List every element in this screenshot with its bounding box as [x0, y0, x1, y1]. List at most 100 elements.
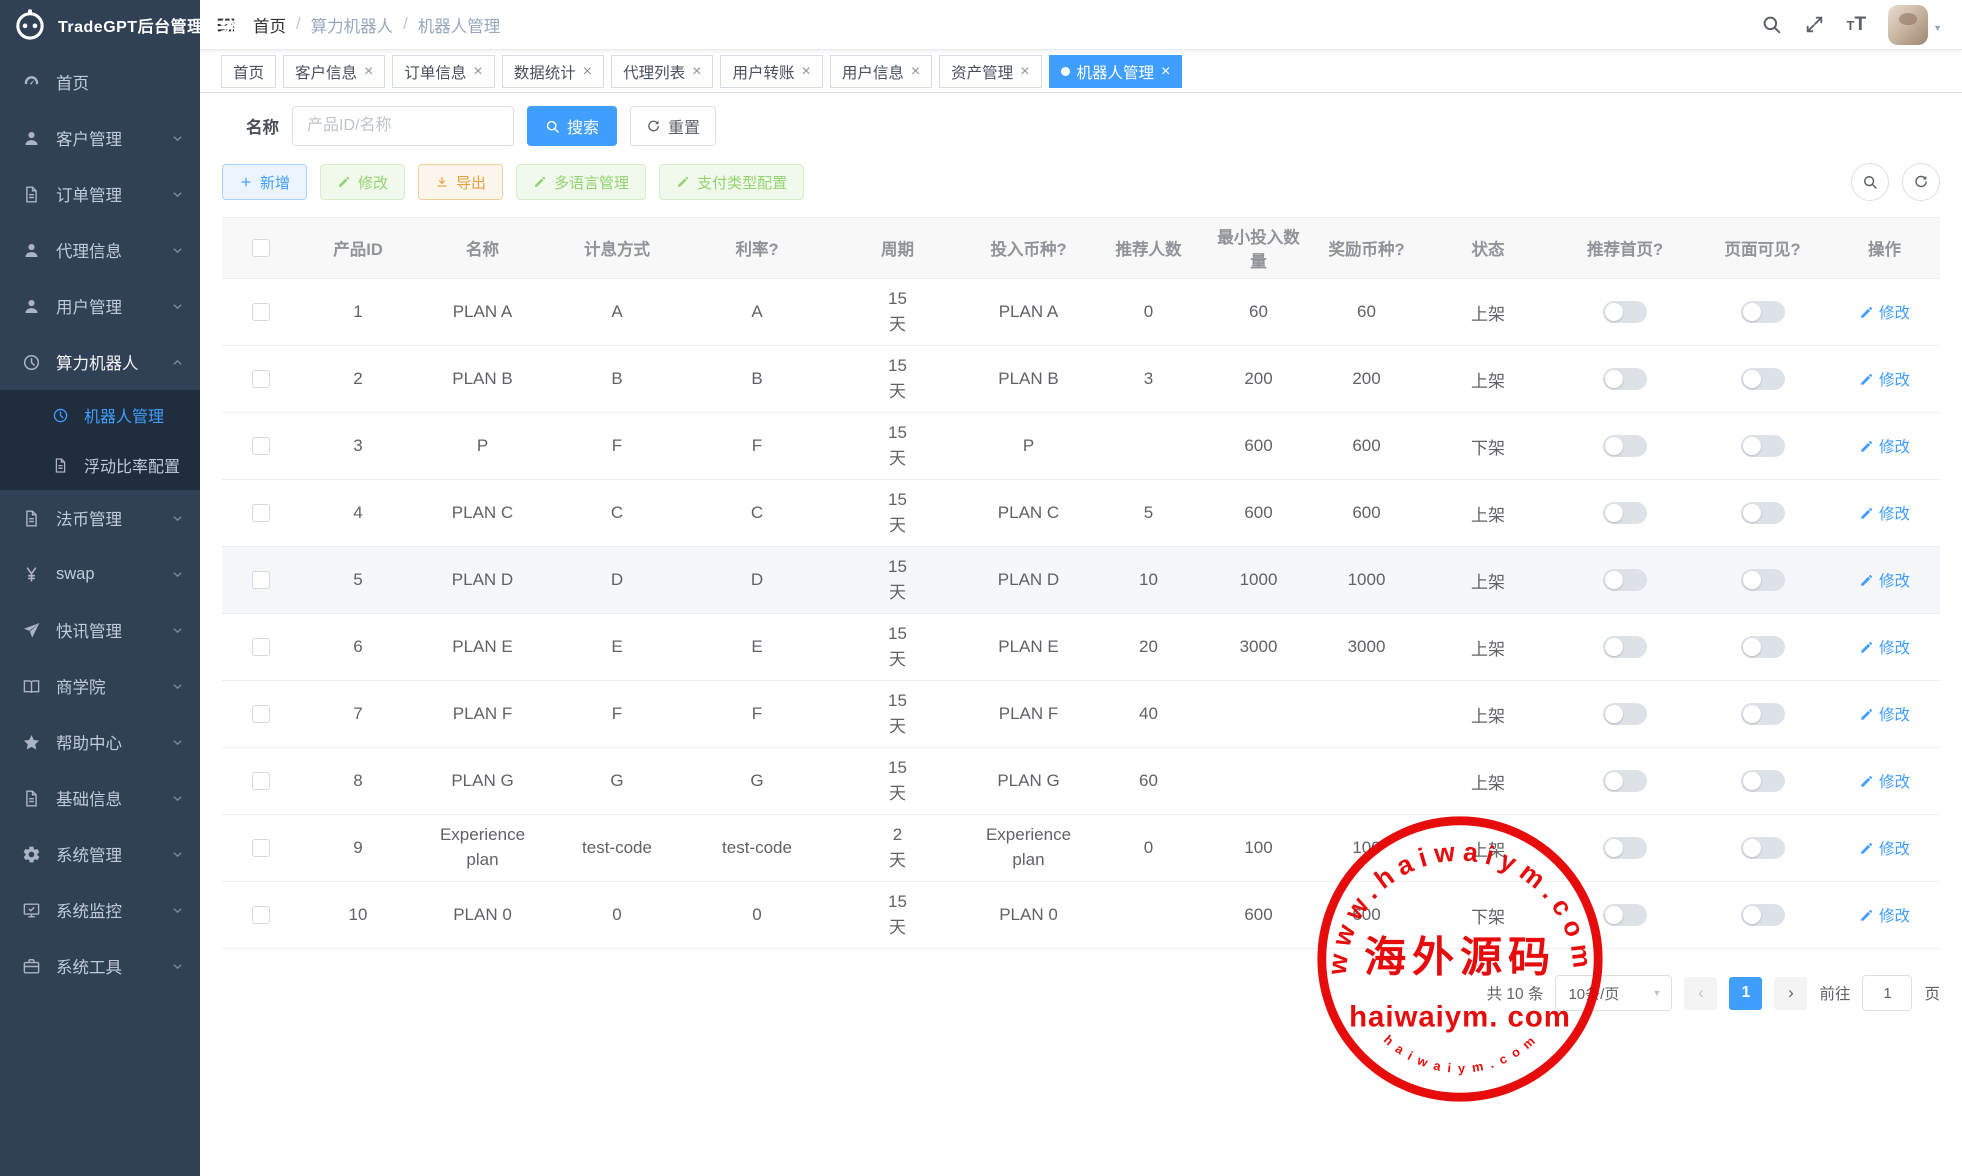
page-visible-toggle[interactable] — [1741, 368, 1785, 390]
sidebar-item-system-monitor[interactable]: 系统监控 — [0, 882, 200, 938]
edit-row-button[interactable]: 修改 — [1859, 904, 1910, 926]
tab-user-info[interactable]: 用户信息 × — [830, 55, 932, 88]
edit-row-button[interactable]: 修改 — [1859, 703, 1910, 725]
tab-close-icon[interactable]: × — [692, 64, 701, 80]
home-recommend-toggle[interactable] — [1603, 636, 1647, 658]
home-recommend-toggle[interactable] — [1603, 703, 1647, 725]
tab-close-icon[interactable]: × — [583, 64, 592, 80]
sidebar-item-news-mgmt[interactable]: 快讯管理 — [0, 602, 200, 658]
next-page-button[interactable]: › — [1774, 977, 1807, 1010]
page-visible-toggle[interactable] — [1741, 435, 1785, 457]
sidebar-item-computing-robot[interactable]: 算力机器人 — [0, 334, 200, 390]
cell-rate: D — [685, 564, 829, 596]
home-recommend-toggle[interactable] — [1603, 569, 1647, 591]
sidebar-item-float-ratio-config[interactable]: 浮动比率配置 — [0, 440, 200, 490]
table-refresh-button[interactable] — [1902, 163, 1940, 201]
tab-order-info[interactable]: 订单信息 × — [392, 55, 494, 88]
sidebar-item-system-tools[interactable]: 系统工具 — [0, 938, 200, 994]
sidebar-item-basic-info[interactable]: 基础信息 — [0, 770, 200, 826]
row-checkbox[interactable] — [252, 705, 270, 723]
home-recommend-toggle[interactable] — [1603, 435, 1647, 457]
user-menu[interactable]: ▼ — [1888, 5, 1942, 45]
tab-close-icon[interactable]: × — [473, 64, 482, 80]
row-checkbox[interactable] — [252, 906, 270, 924]
fullscreen-icon[interactable] — [1804, 14, 1825, 35]
tab-close-icon[interactable]: × — [1161, 64, 1170, 80]
page-visible-toggle[interactable] — [1741, 502, 1785, 524]
home-recommend-toggle[interactable] — [1603, 301, 1647, 323]
tab-close-icon[interactable]: × — [801, 64, 810, 80]
row-checkbox[interactable] — [252, 638, 270, 656]
sidebar-item-system-mgmt[interactable]: 系统管理 — [0, 826, 200, 882]
search-icon — [545, 119, 560, 134]
tab-robot-mgmt[interactable]: 机器人管理 × — [1049, 55, 1183, 88]
font-size-icon[interactable]: TT — [1847, 15, 1867, 34]
page-visible-toggle[interactable] — [1741, 770, 1785, 792]
breadcrumb-section[interactable]: 算力机器人 — [311, 13, 394, 37]
page-visible-toggle[interactable] — [1741, 569, 1785, 591]
edit-button[interactable]: 修改 — [320, 164, 405, 200]
edit-row-button[interactable]: 修改 — [1859, 636, 1910, 658]
page-size-select[interactable]: 10条/页 ▼ — [1555, 975, 1672, 1011]
sidebar-item-fiat-mgmt[interactable]: 法币管理 — [0, 490, 200, 546]
reset-button[interactable]: 重置 — [630, 106, 716, 146]
home-recommend-toggle[interactable] — [1603, 837, 1647, 859]
goto-page-input[interactable] — [1862, 975, 1912, 1011]
page-visible-toggle[interactable] — [1741, 837, 1785, 859]
home-recommend-toggle[interactable] — [1603, 502, 1647, 524]
edit-row-button[interactable]: 修改 — [1859, 301, 1910, 323]
tab-customer-info[interactable]: 客户信息 × — [283, 55, 385, 88]
tab-home[interactable]: 首页 — [221, 55, 276, 88]
page-visible-toggle[interactable] — [1741, 301, 1785, 323]
sidebar-item-customer-mgmt[interactable]: 客户管理 — [0, 110, 200, 166]
row-checkbox[interactable] — [252, 571, 270, 589]
breadcrumb-home[interactable]: 首页 — [253, 13, 286, 37]
home-recommend-toggle[interactable] — [1603, 770, 1647, 792]
tab-close-icon[interactable]: × — [1020, 64, 1029, 80]
row-checkbox[interactable] — [252, 839, 270, 857]
column-header-method: 计息方式 — [549, 230, 685, 266]
tab-user-transfer[interactable]: 用户转账 × — [720, 55, 822, 88]
edit-row-button[interactable]: 修改 — [1859, 837, 1910, 859]
edit-row-button[interactable]: 修改 — [1859, 368, 1910, 390]
row-checkbox[interactable] — [252, 504, 270, 522]
sidebar-item-help-center[interactable]: 帮助中心 — [0, 714, 200, 770]
page-visible-toggle[interactable] — [1741, 636, 1785, 658]
row-checkbox[interactable] — [252, 772, 270, 790]
tab-agent-list[interactable]: 代理列表 × — [611, 55, 713, 88]
multi-language-button[interactable]: 多语言管理 — [516, 164, 646, 200]
row-checkbox[interactable] — [252, 303, 270, 321]
search-button[interactable]: 搜索 — [527, 106, 617, 146]
avatar[interactable] — [1888, 5, 1928, 45]
sidebar-item-order-mgmt[interactable]: 订单管理 — [0, 166, 200, 222]
current-page[interactable]: 1 — [1729, 977, 1762, 1010]
select-all-checkbox[interactable] — [252, 239, 270, 257]
name-search-input[interactable] — [292, 106, 514, 146]
add-button[interactable]: 新增 — [222, 164, 307, 200]
page-visible-toggle[interactable] — [1741, 703, 1785, 725]
edit-row-button[interactable]: 修改 — [1859, 770, 1910, 792]
edit-row-button[interactable]: 修改 — [1859, 435, 1910, 457]
tab-close-icon[interactable]: × — [911, 64, 920, 80]
page-visible-toggle[interactable] — [1741, 904, 1785, 926]
pay-type-config-button[interactable]: 支付类型配置 — [659, 164, 804, 200]
edit-row-button[interactable]: 修改 — [1859, 502, 1910, 524]
prev-page-button[interactable]: ‹ — [1684, 977, 1717, 1010]
sidebar-item-swap[interactable]: swap — [0, 546, 200, 602]
sidebar-item-user-mgmt[interactable]: 用户管理 — [0, 278, 200, 334]
sidebar-item-robot-mgmt[interactable]: 机器人管理 — [0, 390, 200, 440]
export-button[interactable]: 导出 — [418, 164, 503, 200]
sidebar-item-business-school[interactable]: 商学院 — [0, 658, 200, 714]
header-search-icon[interactable] — [1761, 14, 1782, 35]
tab-close-icon[interactable]: × — [364, 64, 373, 80]
sidebar-item-home[interactable]: 首页 — [0, 54, 200, 110]
sidebar-item-agent-info[interactable]: 代理信息 — [0, 222, 200, 278]
home-recommend-toggle[interactable] — [1603, 904, 1647, 926]
tab-data-stats[interactable]: 数据统计 × — [502, 55, 604, 88]
row-checkbox[interactable] — [252, 370, 270, 388]
edit-row-button[interactable]: 修改 — [1859, 569, 1910, 591]
row-checkbox[interactable] — [252, 437, 270, 455]
home-recommend-toggle[interactable] — [1603, 368, 1647, 390]
table-search-button[interactable] — [1851, 163, 1889, 201]
tab-asset-mgmt[interactable]: 资产管理 × — [939, 55, 1041, 88]
